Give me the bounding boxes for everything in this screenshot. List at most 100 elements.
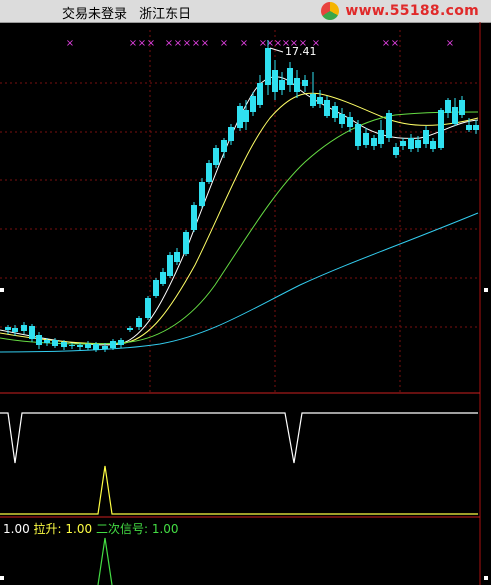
candle-body <box>228 127 234 141</box>
candle-body <box>174 252 180 262</box>
candlestick <box>430 138 436 152</box>
candle-body <box>102 346 108 349</box>
indicator-panels <box>0 392 480 585</box>
candle-body <box>183 232 189 254</box>
logo-text: www.55188.com <box>345 3 479 19</box>
candle-body <box>347 117 353 127</box>
candle-body <box>452 107 458 124</box>
candlestick <box>445 98 451 118</box>
signal-markers: × × × × × × × × × × × ×× × × × × × × × × <box>66 38 454 49</box>
candlestick <box>85 341 91 350</box>
candle-body <box>199 182 205 206</box>
candle-body <box>153 280 159 296</box>
candlestick <box>167 252 173 278</box>
panel2-signal-line <box>0 465 478 515</box>
candlestick <box>279 72 285 95</box>
panel1-signal-line <box>0 412 478 464</box>
candlestick <box>206 160 212 184</box>
signal-marker: × <box>66 38 74 49</box>
resize-handle-top-left[interactable] <box>0 288 4 292</box>
candlestick <box>221 138 227 158</box>
candle-body <box>243 110 249 122</box>
candlestick <box>12 325 18 336</box>
candle-body <box>423 130 429 144</box>
candlestick <box>118 338 124 348</box>
candle-body <box>393 147 399 155</box>
candlestick <box>136 316 142 330</box>
trade-status-label[interactable]: 交易未登录 <box>62 7 127 22</box>
candlestick <box>213 145 219 168</box>
candlestick <box>310 72 316 108</box>
candle-body <box>400 141 406 146</box>
chart-area[interactable]: × × × × × × × × × × × ×× × × × × × × × × 17.41 <box>0 22 491 585</box>
candle-body <box>69 345 75 346</box>
candle-body <box>473 125 479 130</box>
candlestick <box>324 96 330 118</box>
candle-body <box>213 148 219 165</box>
candle-body <box>265 48 271 85</box>
signal-marker: × <box>446 38 454 49</box>
resize-handle-bottom-right[interactable] <box>484 576 488 580</box>
indicator-value-1: 1.00 <box>3 522 30 536</box>
resize-handle-top-right[interactable] <box>484 288 488 292</box>
indicator-status-row: 1.00 拉升: 1.00 二次信号: 1.00 <box>3 520 179 537</box>
candle-body <box>272 70 278 92</box>
candle-body <box>378 130 384 144</box>
circle-logo-icon <box>321 2 340 20</box>
candlestick <box>302 75 308 92</box>
resize-handle-bottom-left[interactable] <box>0 576 4 580</box>
candlestick <box>102 343 108 352</box>
candle-body <box>191 205 197 230</box>
candle-body <box>466 125 472 130</box>
candlestick <box>145 296 151 320</box>
candlestick <box>127 326 133 332</box>
candlestick <box>355 120 361 150</box>
candle-body <box>250 96 256 112</box>
candle-body <box>279 80 285 90</box>
candlestick <box>29 324 35 342</box>
candlestick <box>294 70 300 98</box>
candlestick <box>174 248 180 265</box>
candle-body <box>5 327 11 330</box>
candle-body <box>36 335 42 345</box>
candle-body <box>12 328 18 332</box>
candle-body <box>363 133 369 145</box>
signal-value: 1.00 <box>151 522 179 536</box>
candlestick <box>160 268 166 286</box>
signal-marker: × <box>129 38 137 49</box>
lashen-label: 拉升: <box>33 522 62 536</box>
signal-label: 二次信号: <box>95 522 149 536</box>
candlestick <box>237 103 243 131</box>
ma20-line <box>0 111 479 345</box>
high-price-label: 17.41 <box>285 45 317 58</box>
lashen-value: 1.00 <box>65 522 93 536</box>
candle-body <box>317 97 323 104</box>
candle-body <box>445 100 451 113</box>
candle-body <box>52 340 58 346</box>
signal-marker: × <box>220 38 228 49</box>
signal-marker: × <box>382 38 390 49</box>
candle-body <box>257 83 263 105</box>
candle-body <box>332 106 338 118</box>
candle-body <box>459 100 465 115</box>
candle-body <box>339 114 345 124</box>
candle-body <box>136 318 142 327</box>
candlestick <box>371 135 377 150</box>
candle-body <box>386 113 392 138</box>
candlestick <box>363 128 369 148</box>
signal-marker: × <box>183 38 191 49</box>
candle-body <box>287 68 293 85</box>
candlestick <box>378 120 384 148</box>
candle-body <box>127 328 133 330</box>
candlestick <box>287 62 293 92</box>
candle-body <box>408 138 414 149</box>
candle-body <box>355 124 361 146</box>
candle-body <box>61 342 67 347</box>
candlestick <box>272 60 278 100</box>
candlestick <box>257 75 263 108</box>
signal-marker: × <box>240 38 248 49</box>
site-logo: www.55188.com <box>321 2 479 20</box>
ma60-line <box>0 212 479 353</box>
candlesticks <box>5 40 479 352</box>
candlestick <box>5 325 11 334</box>
